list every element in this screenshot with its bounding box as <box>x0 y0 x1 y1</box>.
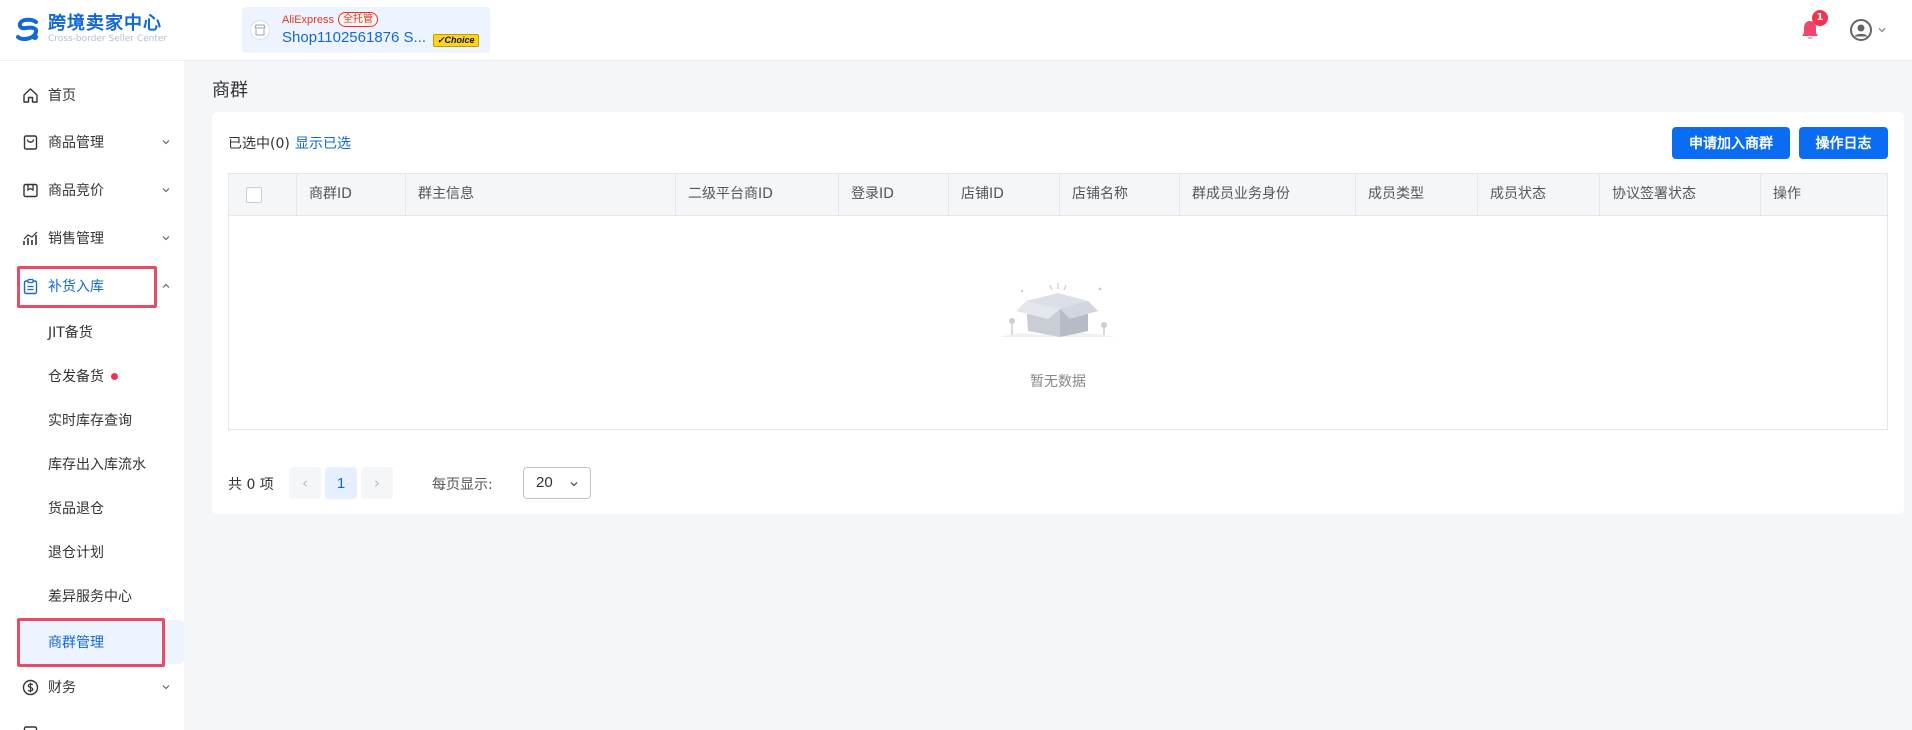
sidebar-subitem-merchant-group[interactable]: 商群管理 <box>18 620 184 664</box>
column-header[interactable]: 操作 <box>1760 174 1887 215</box>
sidebar-subitem-inventory-flow[interactable]: 库存出入库流水 <box>0 446 184 482</box>
sidebar-item-bidding[interactable]: 商品竞价 <box>0 170 184 210</box>
home-icon <box>23 87 38 103</box>
bag-icon <box>23 134 38 150</box>
sidebar-item-partial[interactable] <box>0 713 184 730</box>
empty-box-icon <box>1000 283 1116 337</box>
column-header[interactable]: 成员类型 <box>1355 174 1477 215</box>
chart-icon <box>23 231 38 245</box>
column-header[interactable]: 成员状态 <box>1477 174 1599 215</box>
new-dot <box>111 372 118 380</box>
column-header[interactable]: 登录ID <box>838 174 948 215</box>
column-header[interactable]: 二级平台商ID <box>675 174 838 215</box>
sidebar: 首页 商品管理 商品竞价 销售管理 补货入库 JIT备货 仓发备货 实时库存查询… <box>0 61 184 730</box>
column-header[interactable]: 商群ID <box>296 174 405 215</box>
empty-text: 暂无数据 <box>1030 374 1086 390</box>
table-header: 商群ID 群主信息 二级平台商ID 登录ID 店铺ID 店铺名称 群成员业务身份… <box>229 174 1887 216</box>
chevron-up-icon <box>162 283 170 288</box>
brand-name: AliExpress <box>282 13 334 26</box>
managed-tag: 全托管 <box>337 12 378 27</box>
content-card: 已选中(0) 显示已选 申请加入商群 操作日志 商群ID 群主信息 二级平台商I… <box>212 112 1904 514</box>
document-icon <box>23 725 38 730</box>
operation-log-button[interactable]: 操作日志 <box>1799 127 1888 159</box>
column-header[interactable]: 群成员业务身份 <box>1179 174 1355 215</box>
show-selected-link[interactable]: 显示已选 <box>295 133 351 153</box>
chevron-down-icon <box>162 188 170 193</box>
page-number-current[interactable]: 1 <box>325 467 357 499</box>
top-header: 跨境卖家中心 Cross-border Seller Center AliExp… <box>0 0 1912 61</box>
total-count: 共 0 项 <box>228 477 274 493</box>
sidebar-subitem-return-plan[interactable]: 退仓计划 <box>0 534 184 570</box>
column-header[interactable]: 群主信息 <box>405 174 675 215</box>
sidebar-item-products[interactable]: 商品管理 <box>0 122 184 162</box>
next-page-button[interactable]: › <box>361 467 393 499</box>
sidebar-subitem-warehouse-stock[interactable]: 仓发备货 <box>0 358 184 394</box>
chevron-down-icon <box>570 482 578 487</box>
sidebar-subitem-jit[interactable]: JIT备货 <box>0 314 184 350</box>
choice-badge: ✓Choice <box>433 34 479 47</box>
sidebar-item-sales[interactable]: 销售管理 <box>0 218 184 258</box>
prev-page-button[interactable]: ‹ <box>289 467 321 499</box>
chevron-down-icon <box>162 685 170 690</box>
group-table: 商群ID 群主信息 二级平台商ID 登录ID 店铺ID 店铺名称 群成员业务身份… <box>228 173 1888 430</box>
sidebar-subitem-inventory-query[interactable]: 实时库存查询 <box>0 402 184 438</box>
auction-icon <box>23 183 38 197</box>
empty-state: 暂无数据 <box>229 216 1887 429</box>
chevron-down-icon <box>162 236 170 241</box>
app-logo[interactable]: 跨境卖家中心 Cross-border Seller Center <box>12 14 167 45</box>
sidebar-subitem-goods-return[interactable]: 货品退仓 <box>0 490 184 526</box>
notification-badge: 1 <box>1812 10 1828 26</box>
chevron-down-icon <box>1878 28 1886 33</box>
sidebar-subitem-discrepancy-center[interactable]: 差异服务中心 <box>0 578 184 614</box>
chevron-down-icon <box>162 140 170 145</box>
page-title: 商群 <box>212 80 248 101</box>
shop-switcher[interactable]: AliExpress 全托管 Shop1102561876 S... ✓Choi… <box>242 7 490 53</box>
selected-count: 已选中(0) <box>228 136 290 152</box>
sidebar-item-finance[interactable]: 财务 <box>0 667 184 707</box>
dollar-icon <box>22 679 39 695</box>
store-icon <box>254 24 266 36</box>
column-header[interactable]: 协议签署状态 <box>1599 174 1760 215</box>
column-header[interactable]: 店铺名称 <box>1059 174 1179 215</box>
shop-avatar <box>250 20 270 40</box>
logo-icon <box>16 17 39 41</box>
user-menu[interactable] <box>1849 18 1887 42</box>
app-title: 跨境卖家中心 <box>48 13 162 34</box>
clipboard-icon <box>23 278 38 294</box>
shop-name: Shop1102561876 S... <box>282 29 427 46</box>
per-page-label: 每页显示: <box>432 477 493 493</box>
app-subtitle: Cross-border Seller Center <box>48 34 168 44</box>
sidebar-item-home[interactable]: 首页 <box>0 75 184 115</box>
sidebar-item-replenishment[interactable]: 补货入库 <box>0 266 184 306</box>
column-header[interactable]: 店铺ID <box>948 174 1059 215</box>
apply-join-group-button[interactable]: 申请加入商群 <box>1672 127 1790 159</box>
user-avatar-icon <box>1850 19 1872 41</box>
per-page-select[interactable]: 20 <box>523 467 591 499</box>
